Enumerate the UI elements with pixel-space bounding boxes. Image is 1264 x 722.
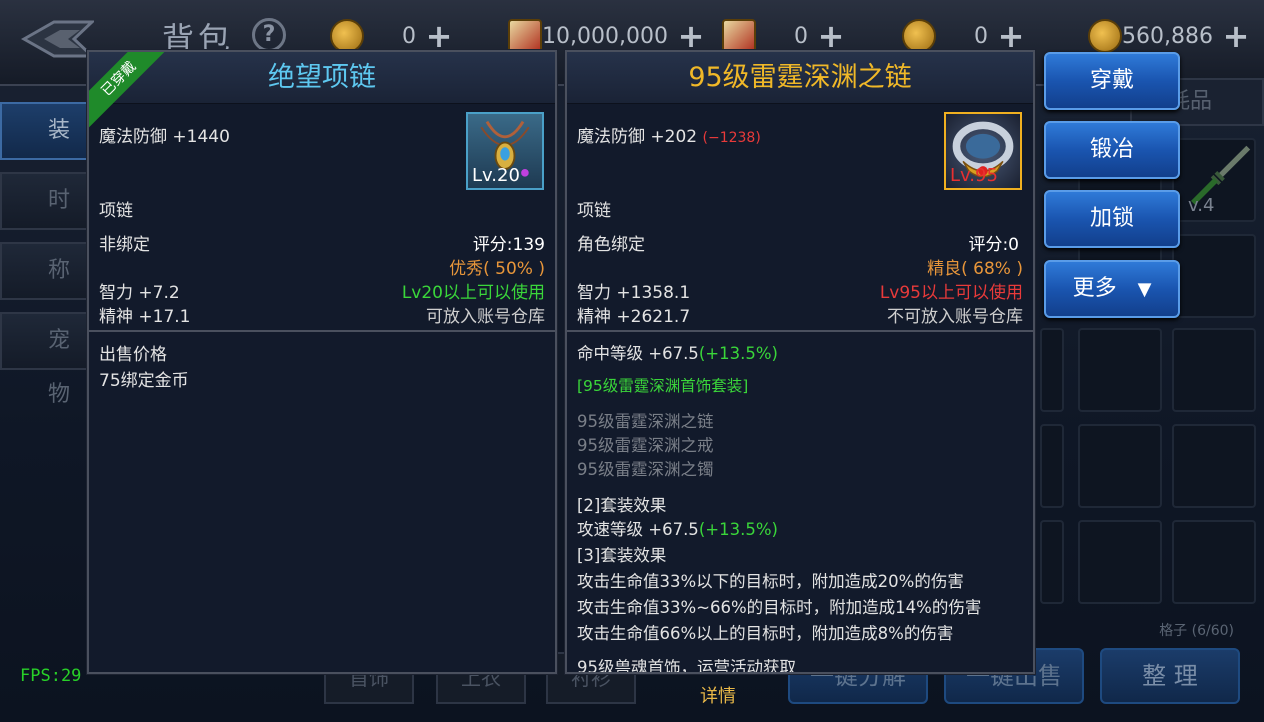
forge-button[interactable]: 锻冶	[1044, 121, 1180, 179]
currency-5: 560,886 +	[1088, 18, 1251, 54]
inventory-slot[interactable]	[1172, 328, 1256, 412]
add-currency-1-button[interactable]: +	[424, 20, 454, 52]
equipped-item-name: 绝望项链	[89, 52, 555, 104]
slots-count: 格子 (6/60)	[1159, 623, 1234, 639]
currency-2: 10,000,000 +	[508, 18, 706, 54]
item-source: 95级兽魂首饰，运营活动获取	[577, 658, 796, 674]
currency-1: 0 +	[330, 18, 454, 54]
inventory-slot[interactable]	[1172, 520, 1256, 604]
set-bonus-3-line-3: 攻击生命值66%以上的目标时，附加造成8%的伤害	[577, 624, 954, 643]
equipped-score: 评分:139	[472, 235, 545, 255]
equipped-attr-int: 智力 +7.2	[99, 283, 180, 303]
back-arrow-icon[interactable]	[14, 16, 94, 62]
compare-attr-spirit: 精神 +2621.7	[577, 307, 691, 327]
add-currency-3-button[interactable]: +	[816, 20, 846, 52]
divider	[89, 330, 555, 332]
set-bonus-3-line-2: 攻击生命值33%~66%的目标时，附加造成14%的伤害	[577, 598, 982, 617]
compare-extra-stat-bonus: (+13.5%)	[698, 344, 778, 363]
inventory-slot[interactable]	[1078, 424, 1162, 508]
inventory-slot[interactable]	[1040, 520, 1064, 604]
inventory-slot[interactable]	[1078, 520, 1162, 604]
add-currency-2-button[interactable]: +	[676, 20, 706, 52]
coin-icon	[1088, 19, 1122, 53]
inventory-slot[interactable]	[1040, 328, 1064, 412]
inventory-slot[interactable]	[1040, 424, 1064, 508]
equipped-storage: 可放入账号仓库	[426, 307, 545, 327]
set-item-2: 95级雷霆深渊之戒	[577, 436, 714, 455]
coin-icon	[902, 19, 936, 53]
add-currency-5-button[interactable]: +	[1221, 20, 1251, 52]
compare-item-slot: Lv.95	[944, 112, 1022, 190]
set-bonus-2-label: [2]套装效果	[577, 496, 667, 515]
sell-price-label: 出售价格	[99, 345, 167, 365]
set-item-3: 95级雷霆深渊之镯	[577, 460, 714, 479]
compare-extra-stat-value: 命中等级 +67.5	[577, 344, 699, 363]
equipped-attr-spirit: 精神 +17.1	[99, 307, 191, 327]
compare-main-stat: 魔法防御 +202 (−1238)	[577, 122, 761, 147]
compare-extra-stat: 命中等级 +67.5(+13.5%)	[577, 340, 778, 364]
set-bonus-2-stat-bonus: (+13.5%)	[698, 520, 778, 539]
set-bonus-2-stat-value: 攻速等级 +67.5	[577, 520, 699, 539]
wear-button[interactable]: 穿戴	[1044, 52, 1180, 110]
lock-button[interactable]: 加锁	[1044, 190, 1180, 248]
scroll-icon	[508, 19, 542, 53]
fps-counter: FPS:29	[20, 666, 82, 686]
currency-2-value: 10,000,000	[542, 23, 668, 49]
set-name: [95级雷霆深渊首饰套装]	[577, 377, 749, 395]
equipped-level-badge: Lv.20	[472, 165, 520, 186]
divider	[567, 330, 1033, 332]
help-icon[interactable]: ?	[252, 18, 286, 52]
currency-3-value: 0	[794, 23, 808, 49]
compare-item-panel: 95级雷霆深渊之链 魔法防御 +202 (−1238) Lv.95 项链 角色绑…	[565, 50, 1035, 674]
compare-quality: 精良( 68% )	[927, 259, 1023, 279]
tab-title[interactable]: 称号	[0, 242, 90, 337]
equipped-slot-type: 项链	[99, 201, 133, 221]
compare-main-stat-diff: (−1238)	[702, 130, 761, 146]
set-bonus-3-label: [3]套装效果	[577, 546, 667, 565]
currency-3: 0 +	[722, 18, 846, 54]
add-currency-4-button[interactable]: +	[996, 20, 1026, 52]
compare-attr-int: 智力 +1358.1	[577, 283, 691, 303]
item-level: v.4	[1188, 195, 1215, 216]
compare-item-name: 95级雷霆深渊之链	[567, 52, 1033, 104]
equipped-level-req: Lv20以上可以使用	[401, 283, 545, 303]
compare-score: 评分:0	[968, 235, 1019, 255]
currency-4-value: 0	[974, 23, 988, 49]
equipped-bind-status: 非绑定	[99, 235, 150, 255]
compare-main-stat-value: 魔法防御 +202	[577, 127, 698, 147]
inventory-slot[interactable]	[1172, 234, 1256, 318]
set-item-1: 95级雷霆深渊之链	[577, 412, 714, 431]
set-bonus-2-stat: 攻速等级 +67.5(+13.5%)	[577, 516, 778, 540]
currency-5-value: 560,886	[1122, 23, 1213, 49]
compare-level-req: Lv95以上可以使用	[879, 283, 1023, 303]
scroll-icon	[722, 19, 756, 53]
compare-level-badge: Lv.95	[950, 165, 998, 186]
tab-equipment[interactable]: 装备	[0, 102, 90, 197]
equipped-main-stat: 魔法防御 +1440	[99, 127, 230, 147]
currency-1-value: 0	[402, 23, 416, 49]
more-button[interactable]: 更多 ▼	[1044, 260, 1180, 318]
sell-price-value: 75绑定金币	[99, 371, 189, 391]
inventory-slot[interactable]	[1078, 328, 1162, 412]
tab-fashion[interactable]: 时装	[0, 172, 90, 267]
chevron-down-icon: ▼	[1137, 279, 1152, 300]
set-bonus-3-line-1: 攻击生命值33%以下的目标时，附加造成20%的伤害	[577, 572, 964, 591]
compare-slot-type: 项链	[577, 201, 611, 221]
compare-bind-status: 角色绑定	[577, 235, 645, 255]
equipped-quality: 优秀( 50% )	[449, 259, 545, 279]
inventory-slot[interactable]	[1172, 424, 1256, 508]
equipped-item-panel: 绝望项链 已穿戴 魔法防御 +1440 Lv.20 项链 非绑定 评分:139 …	[87, 50, 557, 674]
more-button-label: 更多	[1072, 276, 1117, 301]
tab-pet[interactable]: 宠物	[0, 312, 90, 407]
coin-icon	[330, 19, 364, 53]
sort-button[interactable]: 整 理	[1100, 648, 1240, 704]
tab-detail[interactable]: 详情	[700, 682, 736, 708]
equipped-item-slot: Lv.20	[466, 112, 544, 190]
compare-storage: 不可放入账号仓库	[887, 307, 1023, 327]
currency-4: 0 +	[902, 18, 1026, 54]
inventory-slot[interactable]: v.4	[1172, 138, 1256, 222]
